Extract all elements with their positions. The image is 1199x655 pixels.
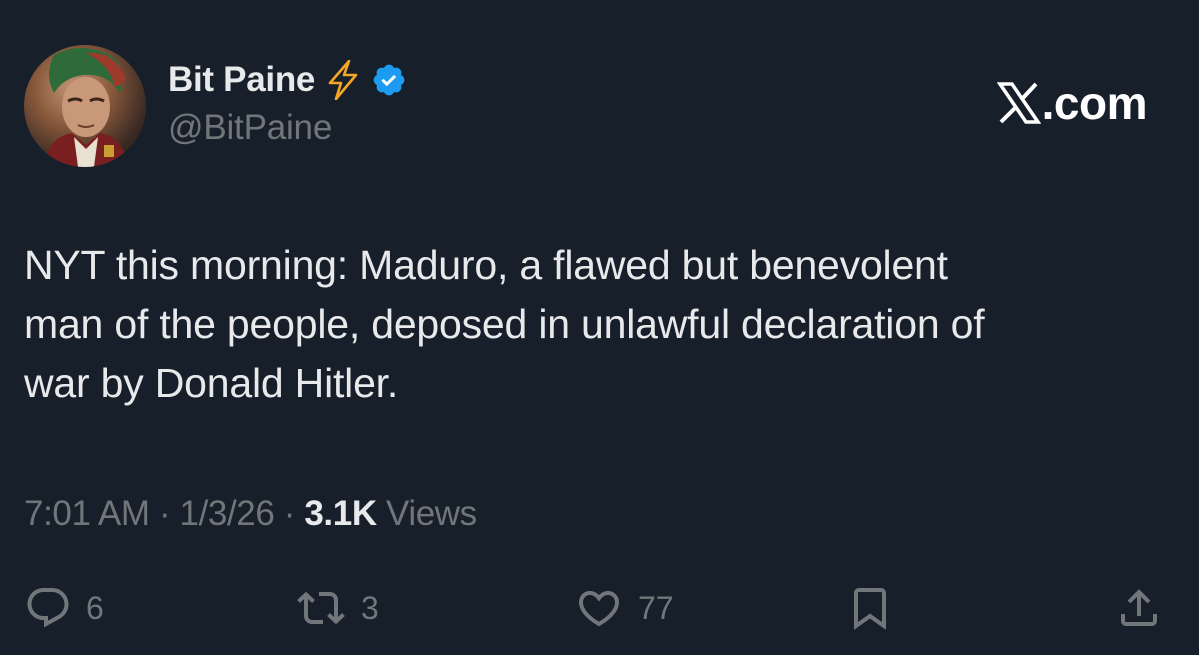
reply-button[interactable]: 6 (24, 582, 104, 634)
reply-icon (24, 584, 72, 632)
repost-count: 3 (361, 589, 379, 626)
avatar[interactable] (24, 45, 146, 167)
lightning-bolt-icon (327, 60, 359, 100)
brand-watermark: .com (996, 76, 1148, 130)
display-name[interactable]: Bit Paine (168, 60, 315, 100)
views-label: Views (386, 494, 477, 533)
views-count: 3.1K (304, 494, 377, 533)
x-logo-icon (996, 82, 1041, 124)
share-icon (1115, 584, 1163, 632)
tweet-metadata: 7:01 AM · 1/3/26 · 3.1K Views (24, 494, 477, 534)
action-bar: 6 3 77 (0, 582, 1199, 634)
author-name-row: Bit Paine (168, 58, 407, 102)
like-button[interactable]: 77 (574, 582, 674, 634)
verified-badge-icon[interactable] (371, 62, 407, 98)
bookmark-icon (846, 584, 894, 632)
tweet-time[interactable]: 7:01 AM (24, 494, 150, 533)
tweet-date[interactable]: 1/3/26 (180, 494, 275, 533)
reply-count: 6 (86, 589, 104, 626)
brand-label: .com (1041, 77, 1148, 129)
tweet-text: NYT this morning: Maduro, a flawed but b… (24, 242, 985, 406)
meta-separator: · (274, 494, 305, 533)
like-count: 77 (638, 589, 674, 626)
share-button[interactable] (1115, 582, 1163, 634)
repost-icon (295, 584, 347, 632)
heart-icon (574, 584, 624, 632)
repost-button[interactable]: 3 (295, 582, 379, 634)
meta-separator: · (149, 494, 180, 533)
bookmark-button[interactable] (846, 582, 894, 634)
author-handle[interactable]: @BitPaine (168, 108, 332, 148)
